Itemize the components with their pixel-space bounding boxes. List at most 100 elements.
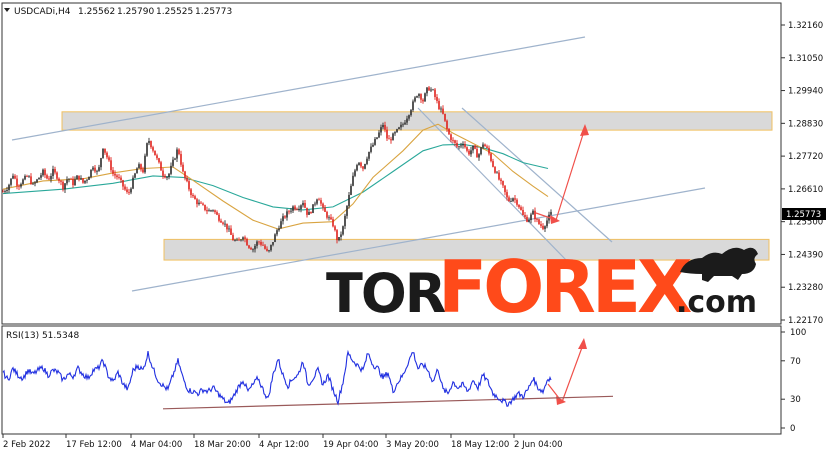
candle-body (404, 122, 406, 125)
candle-body (316, 199, 318, 204)
candle-body (50, 175, 52, 180)
candle-body (238, 239, 240, 241)
candle-body (346, 205, 348, 216)
candle-body (352, 175, 354, 186)
candle-body (158, 158, 160, 163)
candle-body (364, 163, 366, 169)
candle-body (472, 145, 474, 151)
candle-body (538, 219, 540, 225)
candle-body (148, 141, 150, 144)
candle-body (300, 205, 302, 209)
y-tick-label: 1.27720 (788, 152, 823, 162)
candle-body (402, 124, 404, 126)
candle-body (542, 225, 544, 229)
y-tick-label: 1.22170 (788, 316, 823, 326)
chart-window: TOR FOREX .com 1.32160 1.31050 1.29940 1.2883… (0, 0, 828, 455)
candle-body (448, 128, 450, 135)
candle-body (260, 241, 262, 245)
current-price-label: 1.25773 (786, 210, 821, 220)
candle-body (20, 184, 22, 187)
candle-body (308, 212, 310, 215)
candle-body (212, 210, 214, 212)
candle-body (90, 169, 92, 177)
candle-body (354, 170, 356, 176)
candle-body (408, 115, 410, 119)
candle-body (192, 194, 194, 197)
x-tick-label: 18 May 12:00 (451, 440, 509, 450)
candle-body (336, 230, 338, 241)
candle-body (190, 189, 192, 195)
candle-body (134, 173, 136, 178)
candle-body (132, 177, 134, 189)
candle-body (366, 158, 368, 164)
ohlc-open: 1.25562 (78, 7, 115, 17)
candle-body (522, 209, 524, 215)
candle-body (442, 108, 444, 114)
candle-body (478, 154, 480, 158)
candle-body (332, 219, 334, 227)
candle-body (390, 139, 392, 141)
candle-body (422, 99, 424, 102)
candle-body (162, 170, 164, 176)
candle-body (278, 228, 280, 231)
candle-body (154, 150, 156, 156)
candle-body (274, 234, 276, 243)
watermark-tor: TOR (326, 262, 446, 325)
candle-body (114, 173, 116, 176)
candle-body (326, 211, 328, 218)
candle-body (66, 179, 68, 184)
candle-body (44, 169, 46, 176)
candle-body (520, 207, 522, 210)
candle-body (392, 133, 394, 141)
candle-body (218, 214, 220, 221)
candle-body (130, 188, 132, 193)
rsi-title: RSI(13) 51.5348 (6, 331, 79, 341)
candle-body (6, 190, 8, 192)
candle-body (518, 204, 520, 208)
candle-body (36, 179, 38, 183)
candle-body (30, 176, 32, 184)
candle-body (228, 228, 230, 230)
candle-body (486, 146, 488, 148)
candle-body (62, 181, 64, 190)
candle-body (280, 221, 282, 229)
candle-body (80, 178, 82, 180)
y-tick-label: 1.29940 (788, 87, 823, 97)
candle-body (330, 217, 332, 220)
candle-body (530, 214, 532, 220)
candle-body (340, 234, 342, 237)
candle-body (414, 97, 416, 102)
candle-body (394, 132, 396, 134)
candle-body (380, 127, 382, 133)
candle-body (168, 173, 170, 178)
candle-body (232, 234, 234, 241)
candle-body (226, 223, 228, 230)
candle-body (426, 87, 428, 94)
candle-body (88, 176, 90, 180)
candle-body (294, 206, 296, 210)
x-tick-label: 4 Mar 04:00 (131, 440, 182, 450)
candle-body (516, 199, 518, 205)
candle-body (188, 181, 190, 190)
candle-body (244, 237, 246, 239)
candle-body (4, 191, 6, 192)
candle-body (420, 94, 422, 100)
candle-body (24, 175, 26, 180)
candle-body (100, 158, 102, 168)
candle-body (202, 203, 204, 205)
candle-body (78, 175, 80, 180)
candle-body (286, 211, 288, 218)
candle-body (312, 204, 314, 214)
candle-body (250, 247, 252, 250)
watermark-dotcom: .com (676, 285, 757, 320)
candle-body (248, 245, 250, 248)
candle-body (350, 185, 352, 195)
candle-body (98, 167, 100, 171)
candle-body (234, 240, 236, 241)
candle-body (386, 129, 388, 139)
candle-body (470, 150, 472, 155)
candle-body (524, 214, 526, 217)
candle-body (96, 170, 98, 172)
candle-body (438, 100, 440, 110)
candle-body (358, 162, 360, 166)
